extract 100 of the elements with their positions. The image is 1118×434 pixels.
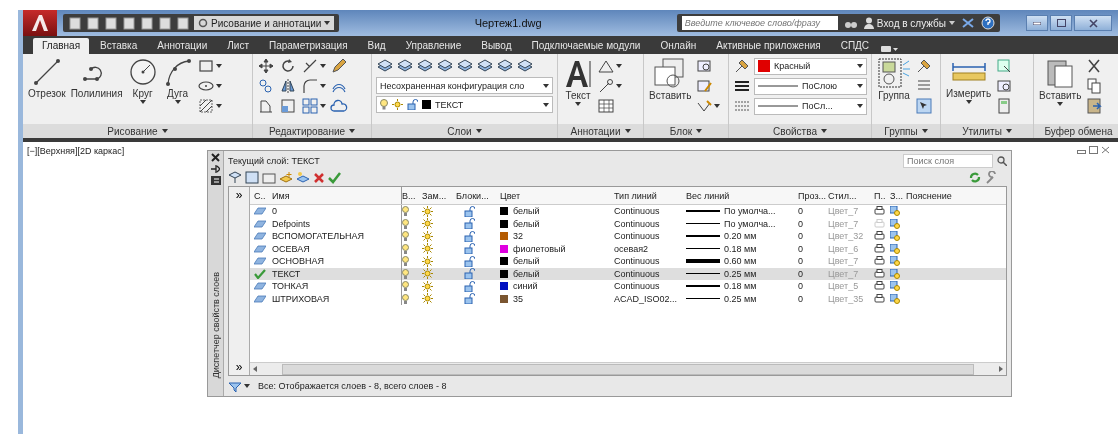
sun-icon[interactable] bbox=[422, 280, 433, 292]
layer-row[interactable]: ВСПОМОГАТЕЛЬНАЯ 32 Continuous 0.20 мм 0 Цвет_32 bbox=[250, 230, 1006, 243]
properties-icon[interactable] bbox=[210, 176, 221, 185]
ribbon-tab[interactable]: Параметризация bbox=[259, 38, 357, 54]
application-button[interactable] bbox=[23, 10, 57, 36]
auto-hide-icon[interactable] bbox=[211, 165, 220, 173]
checkmark-icon[interactable] bbox=[328, 171, 341, 184]
panel-title[interactable]: Рисование bbox=[23, 124, 252, 138]
search-field[interactable]: Введите ключевое слово/фразу bbox=[681, 16, 838, 30]
paste-special-icon[interactable] bbox=[1085, 97, 1104, 115]
select-icon[interactable] bbox=[915, 97, 933, 115]
viewport-freeze-icon[interactable] bbox=[890, 293, 900, 304]
panel-title[interactable]: Буфер обмена bbox=[1034, 124, 1118, 138]
ribbon-tab[interactable]: Лист bbox=[218, 38, 258, 54]
match-icon[interactable] bbox=[915, 57, 933, 75]
layer-state-dropdown[interactable]: Несохраненная конфигурация сло bbox=[376, 77, 553, 94]
ribbon-button[interactable]: Дуга bbox=[161, 57, 194, 104]
column-header[interactable]: Стил... bbox=[828, 190, 857, 201]
open-padlock-icon[interactable] bbox=[464, 268, 475, 280]
help-icon[interactable] bbox=[981, 16, 995, 30]
rotate-icon[interactable] bbox=[279, 57, 297, 75]
panel-toggle-icon[interactable] bbox=[880, 44, 899, 54]
viewport-freeze-icon[interactable] bbox=[890, 268, 900, 279]
panel-title[interactable]: Группы bbox=[872, 124, 940, 138]
color-swatch[interactable] bbox=[500, 257, 508, 266]
horizontal-scrollbar[interactable] bbox=[250, 362, 1006, 375]
printer-icon[interactable] bbox=[874, 293, 885, 304]
lit-bulb-icon[interactable] bbox=[402, 206, 409, 217]
delete-icon[interactable] bbox=[313, 171, 325, 184]
viewport-label[interactable]: [−][Верхняя][2D каркас] bbox=[27, 146, 125, 156]
color-swatch[interactable] bbox=[500, 294, 508, 303]
layer-dropdown[interactable]: ТЕКСТ bbox=[376, 96, 553, 113]
layer-row[interactable]: Defpoints белый Continuous По умолча... 0 Цвет_7 bbox=[250, 217, 1006, 230]
panel-title[interactable]: Свойства bbox=[729, 124, 871, 138]
workspace-dropdown[interactable]: Рисование и аннотации bbox=[194, 16, 335, 30]
open-padlock-icon[interactable] bbox=[464, 293, 475, 305]
lit-bulb-icon[interactable] bbox=[402, 281, 409, 292]
open-padlock-icon[interactable] bbox=[464, 255, 475, 267]
pencil-icon[interactable] bbox=[330, 57, 348, 75]
open-padlock-icon[interactable] bbox=[464, 280, 475, 292]
stretch-icon[interactable] bbox=[257, 97, 275, 115]
color-swatch[interactable] bbox=[500, 232, 508, 241]
panel-title[interactable]: Аннотации bbox=[558, 124, 643, 138]
sun-icon[interactable] bbox=[422, 268, 433, 280]
copy-icon[interactable] bbox=[257, 77, 275, 95]
match-icon[interactable] bbox=[733, 57, 751, 75]
ribbon-button[interactable]: Измерить bbox=[945, 57, 993, 104]
layer-search-field[interactable]: Поиск слоя bbox=[903, 154, 993, 168]
color-swatch[interactable] bbox=[500, 269, 508, 278]
ribbon-tab[interactable]: Управление bbox=[396, 38, 471, 54]
layer-row[interactable]: ОСЕВАЯ фиолетовый осевая2 0.18 мм 0 Цвет_6 bbox=[250, 242, 1006, 255]
column-header[interactable]: Блоки... bbox=[456, 190, 489, 201]
lit-bulb-icon[interactable] bbox=[402, 268, 409, 279]
lit-bulb-icon[interactable] bbox=[402, 231, 409, 242]
ribbon-tab[interactable]: Аннотации bbox=[148, 38, 217, 54]
printer-icon[interactable] bbox=[874, 231, 885, 242]
trim-icon[interactable] bbox=[301, 57, 319, 75]
ribbon-tab[interactable]: Главная bbox=[33, 38, 90, 54]
printer-icon[interactable] bbox=[874, 268, 885, 279]
color-swatch[interactable] bbox=[500, 244, 508, 253]
ribbon-tab[interactable]: Онлайн bbox=[651, 38, 706, 54]
fillet-icon[interactable] bbox=[301, 77, 319, 95]
maximize-button[interactable] bbox=[1050, 15, 1072, 31]
column-header[interactable]: Пояснение bbox=[906, 190, 952, 201]
block-create-icon[interactable] bbox=[695, 57, 714, 75]
lit-bulb-icon[interactable] bbox=[402, 218, 409, 229]
panel-title[interactable]: Блок bbox=[644, 124, 728, 138]
open-padlock-icon[interactable] bbox=[464, 218, 475, 230]
ribbon-button[interactable]: Круг bbox=[126, 57, 159, 104]
expand-filters-button[interactable]: » bbox=[235, 361, 243, 373]
array-icon[interactable] bbox=[301, 97, 319, 115]
printer-icon[interactable] bbox=[874, 281, 885, 292]
clipboard-copy-icon[interactable] bbox=[1085, 77, 1104, 95]
viewport-freeze-icon[interactable] bbox=[890, 243, 900, 254]
linetype-dropdown[interactable]: ПоСл... bbox=[754, 97, 867, 115]
viewport-freeze-icon[interactable] bbox=[890, 231, 900, 242]
sign-in-button[interactable]: Вход в службы bbox=[863, 17, 955, 29]
group-filter-icon[interactable] bbox=[245, 171, 259, 184]
column-header[interactable]: С.. bbox=[254, 190, 266, 201]
ribbon-button[interactable]: Отрезок bbox=[27, 57, 67, 99]
ribbon-tab[interactable]: Вид bbox=[358, 38, 395, 54]
layer-row[interactable]: ОСНОВНАЯ белый Continuous 0.60 мм 0 Цвет_7 bbox=[250, 255, 1006, 268]
sun-icon[interactable] bbox=[422, 243, 433, 255]
block-create-icon[interactable] bbox=[995, 77, 1014, 95]
ribbon-button[interactable]: Вставить bbox=[648, 57, 693, 101]
lineweight-dropdown[interactable]: ПоСлою bbox=[754, 77, 867, 95]
sun-icon[interactable] bbox=[422, 218, 433, 230]
new-vp-layer-icon[interactable] bbox=[296, 171, 310, 184]
sun-icon[interactable] bbox=[422, 230, 433, 242]
ribbon-tab[interactable]: Подключаемые модули bbox=[522, 38, 650, 54]
new-layer-icon[interactable] bbox=[279, 171, 293, 184]
mirror-icon[interactable] bbox=[279, 77, 297, 95]
color-swatch[interactable] bbox=[500, 207, 508, 216]
refresh-icon[interactable] bbox=[968, 171, 982, 184]
color-swatch[interactable] bbox=[500, 282, 508, 291]
panel-title[interactable]: Слои bbox=[372, 124, 557, 138]
new-filter-icon[interactable] bbox=[228, 171, 242, 184]
color-swatch[interactable] bbox=[500, 219, 508, 228]
printer-icon[interactable] bbox=[874, 256, 885, 267]
ribbon-button[interactable]: Полилиния bbox=[69, 57, 124, 99]
